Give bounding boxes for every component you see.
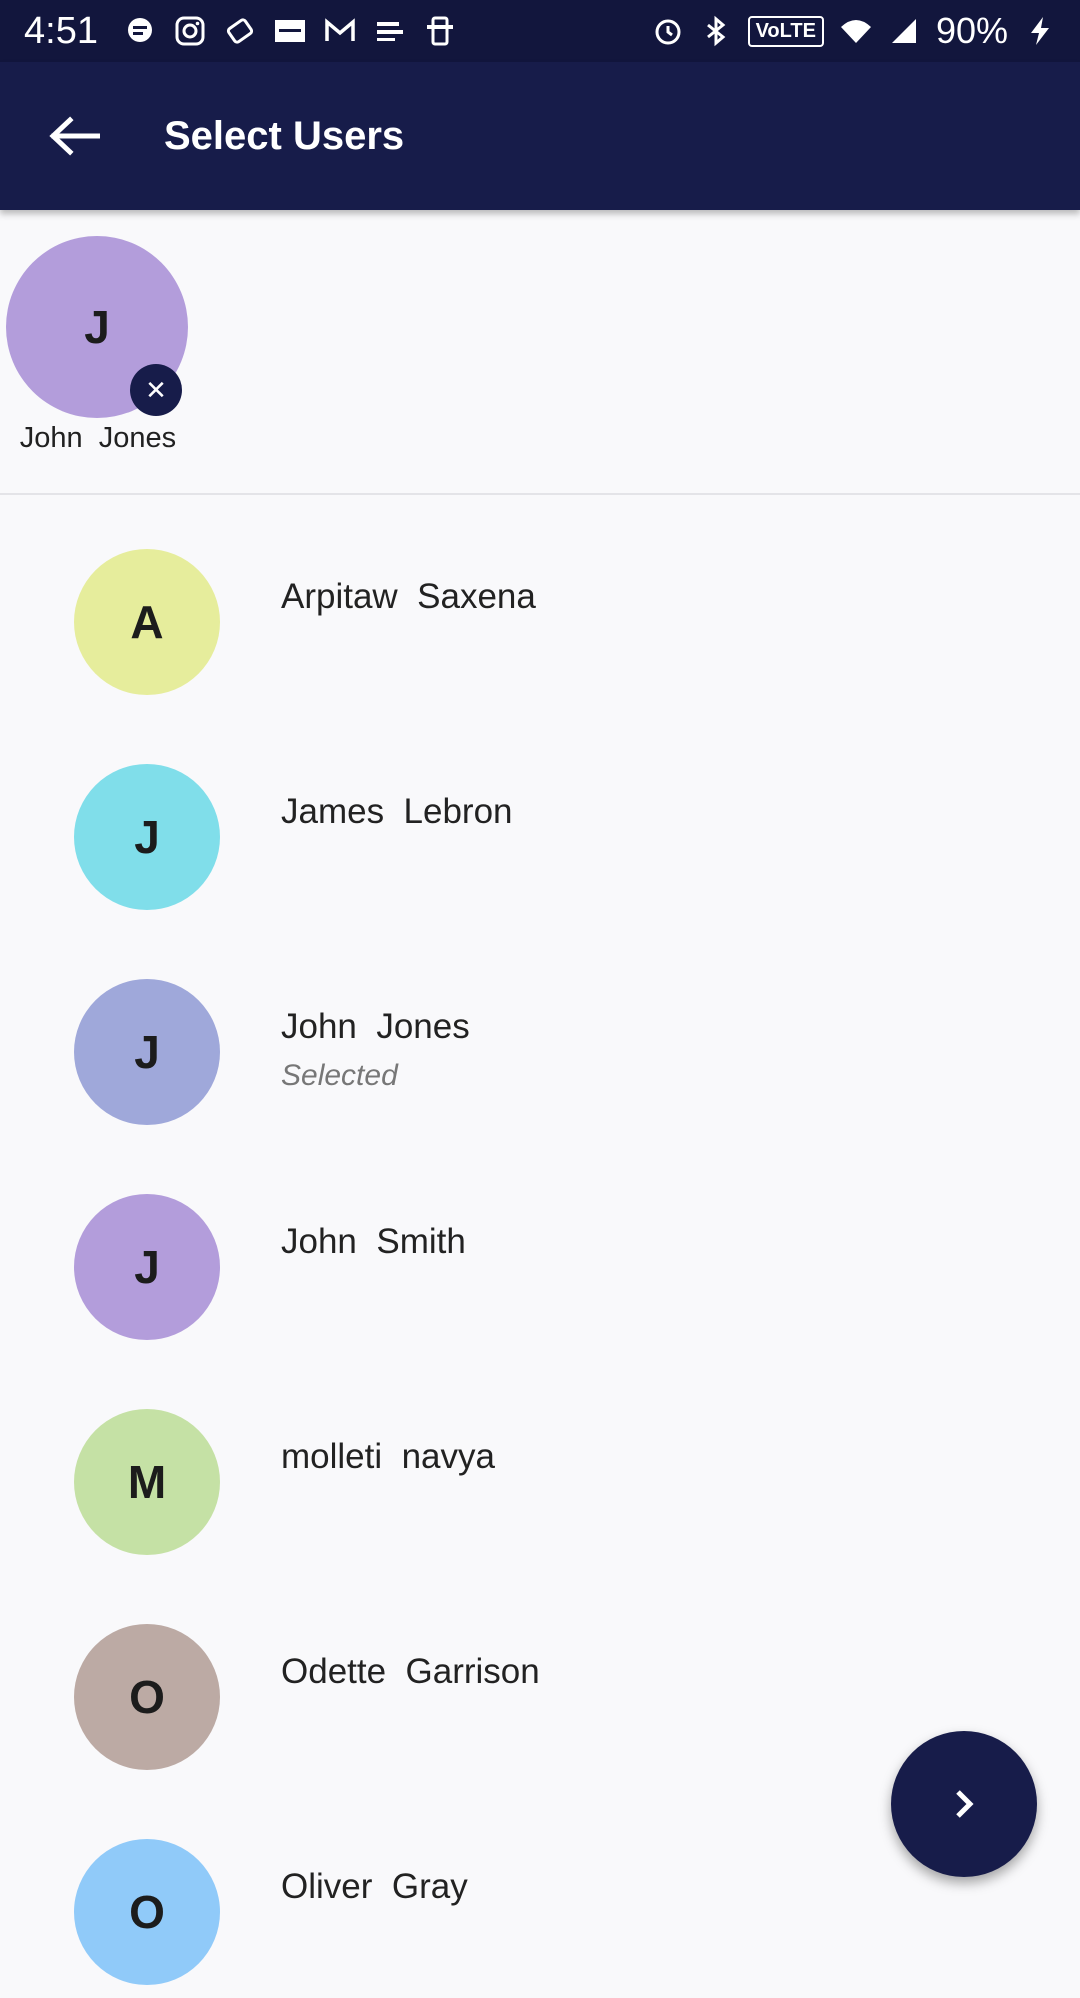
volte-badge: VoLTE	[747, 15, 824, 47]
user-name: molleti navya	[281, 1437, 495, 1476]
avatar: J	[74, 979, 220, 1125]
arrow-left-icon	[49, 116, 100, 156]
user-name: Arpitaw Saxena	[281, 577, 536, 616]
avatar: O	[74, 1839, 220, 1985]
user-name: James Lebron	[281, 792, 513, 831]
system-status: VoLTE 90%	[652, 10, 1056, 52]
avatar: J	[74, 764, 220, 910]
notification-icons	[124, 15, 652, 47]
close-icon: ✕	[145, 374, 167, 405]
avatar: M	[74, 1409, 220, 1555]
avatar-initial: O	[129, 1671, 165, 1723]
avatar-initial: O	[129, 1886, 165, 1938]
alarm-icon	[652, 15, 684, 47]
status-time: 4:51	[24, 9, 98, 52]
zomato-icon	[274, 15, 306, 47]
user-name: Oliver Gray	[281, 1867, 468, 1906]
wifi-icon	[840, 15, 872, 47]
ticket-icon	[224, 15, 256, 47]
app-bar: Select Users	[0, 62, 1080, 210]
battery-level: 90%	[935, 10, 1008, 51]
selected-label: Selected	[281, 1059, 398, 1092]
avatar-initial: A	[130, 596, 164, 648]
avatar: A	[74, 549, 220, 695]
list-item[interactable]: J John Jones Selected	[0, 923, 1080, 1138]
selected-user-name: John Jones	[19, 422, 177, 454]
selected-user-chip[interactable]: J ✕ John Jones	[6, 236, 190, 455]
back-button[interactable]	[24, 86, 124, 186]
signal-icon	[888, 15, 920, 47]
avatar-initial: J	[84, 301, 110, 353]
next-button[interactable]	[891, 1731, 1037, 1877]
status-bar: 4:51 VoLTE 90%	[0, 0, 1080, 62]
avatar-initial: M	[127, 1456, 167, 1508]
selected-users-strip: J ✕ John Jones	[0, 210, 1080, 495]
avatar: O	[74, 1624, 220, 1770]
page-title: Select Users	[164, 113, 405, 158]
avatar-initial: J	[134, 811, 160, 863]
list-item[interactable]: M molleti navya	[0, 1353, 1080, 1568]
list-item[interactable]: A Arpitaw Saxena	[0, 493, 1080, 708]
remove-selected-button[interactable]: ✕	[130, 364, 182, 416]
user-name: John Smith	[281, 1222, 466, 1261]
user-name: Odette Garrison	[281, 1652, 540, 1691]
list-item[interactable]: J John Smith	[0, 1138, 1080, 1353]
avatar: J	[74, 1194, 220, 1340]
bluetooth-icon	[700, 15, 732, 47]
avatar-initial: J	[134, 1241, 160, 1293]
chevron-right-icon	[956, 1790, 974, 1818]
messaging-icon	[124, 15, 156, 47]
charging-icon	[1024, 15, 1056, 47]
avatar-initial: J	[134, 1026, 160, 1078]
phone-icon	[424, 15, 456, 47]
instagram-icon	[174, 15, 206, 47]
list-item[interactable]: J James Lebron	[0, 708, 1080, 923]
livelaw-icon	[374, 15, 406, 47]
user-name: John Jones	[281, 1007, 470, 1046]
gmail-icon	[324, 15, 356, 47]
